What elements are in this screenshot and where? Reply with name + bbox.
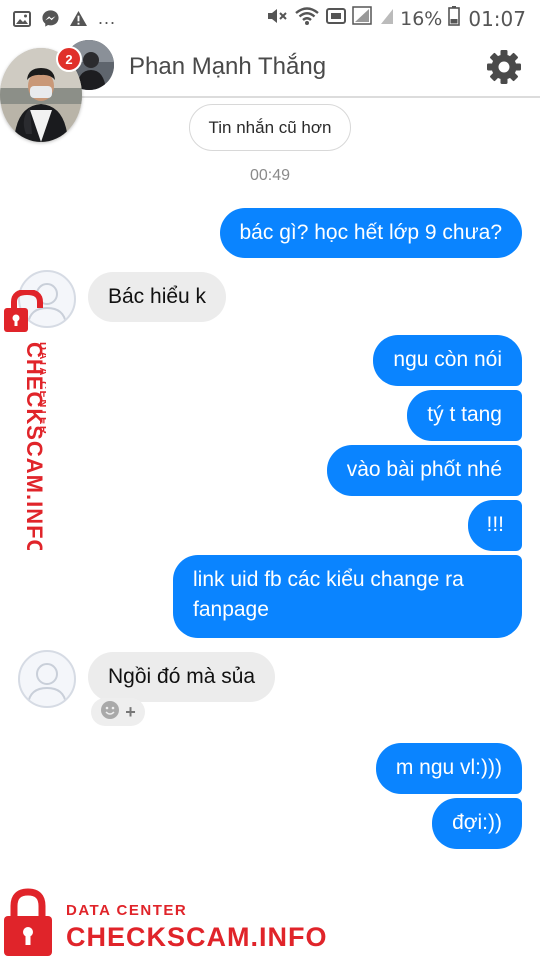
plus-icon: + — [125, 702, 136, 722]
message-bubble-outgoing[interactable]: tý t tang — [407, 390, 522, 441]
gallery-icon — [12, 9, 32, 29]
message-bubble-outgoing[interactable]: !!! — [468, 500, 522, 551]
wifi-icon — [294, 6, 320, 31]
more-notifications: ... — [98, 8, 117, 28]
message-bubble-outgoing[interactable]: link uid fb các kiểu change ra fanpage — [173, 555, 522, 638]
notification-icons: ... — [12, 8, 116, 29]
message-line: fanpage — [193, 598, 269, 621]
contact-name[interactable]: Phan Mạnh Thắng — [129, 53, 326, 81]
watermark-vertical: CHECKSCAM.INFO DATA CENTER — [22, 342, 46, 550]
message-timestamp: 00:49 — [249, 167, 291, 184]
gear-icon[interactable] — [486, 49, 522, 85]
message-bubble-incoming[interactable]: Ngồi đó mà sủa — [88, 652, 276, 702]
status-bar: ... 16% 01:07 — [0, 0, 540, 36]
signal-2-icon — [380, 7, 394, 30]
watermark-data-center: DATA CENTER — [66, 902, 188, 919]
unread-count-badge: 2 — [56, 46, 82, 72]
message-bubble-outgoing[interactable]: m ngu vl:))) — [375, 743, 522, 794]
smiley-icon — [100, 700, 120, 725]
message-line: link uid fb các kiểu change ra — [193, 568, 464, 591]
mute-icon — [266, 6, 288, 31]
message-bubble-outgoing[interactable]: ngu còn nói — [373, 335, 522, 386]
system-icons: 16% 01:07 — [266, 6, 526, 31]
battery-icon — [448, 6, 461, 31]
battery-percent: 16% — [400, 7, 443, 30]
message-bubble-outgoing[interactable]: vào bài phốt nhé — [326, 445, 522, 496]
lock-icon — [4, 888, 52, 956]
messenger-icon — [40, 9, 60, 29]
message-bubble-outgoing[interactable]: bác gì? học hết lớp 9 chưa? — [219, 208, 522, 258]
add-reaction-button[interactable]: + — [91, 698, 145, 726]
sender-avatar[interactable] — [18, 650, 76, 708]
older-messages-button[interactable]: Tin nhắn cũ hơn — [189, 104, 351, 151]
clock: 01:07 — [468, 6, 526, 31]
cast-icon — [326, 7, 347, 30]
watermark-data-vertical: DATA CENTER — [37, 342, 46, 435]
signal-icon — [352, 6, 374, 31]
message-bubble-incoming[interactable]: Bác hiểu k — [88, 272, 227, 322]
warning-icon — [68, 9, 88, 29]
watermark-checkscam: CHECKSCAM.INFO — [66, 922, 328, 952]
message-bubble-outgoing[interactable]: đợi:)) — [432, 798, 522, 849]
chat-head-bubble[interactable]: 2 — [0, 46, 84, 142]
